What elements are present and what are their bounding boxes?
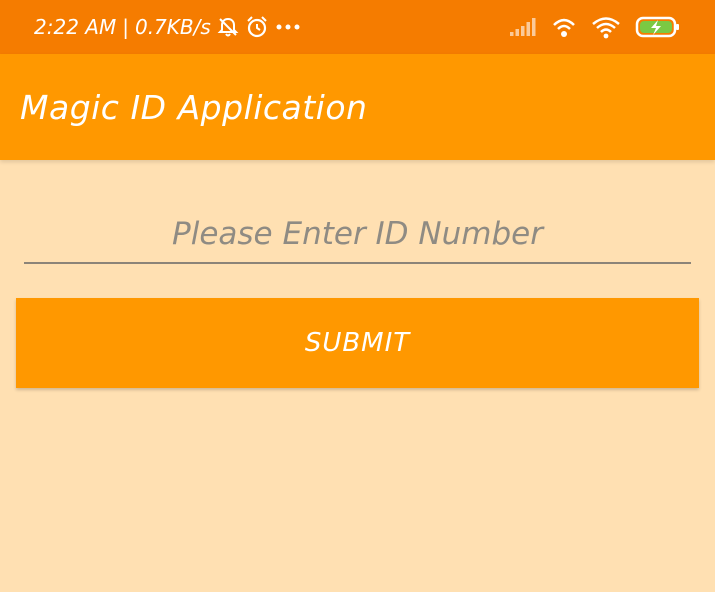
status-left: 2:22 AM | 0.7KB/s — [34, 15, 301, 39]
wifi-icon — [591, 15, 621, 39]
app-title: Magic ID Application — [20, 87, 368, 127]
submit-button[interactable]: SUBMIT — [16, 298, 699, 388]
id-number-input[interactable] — [24, 206, 691, 264]
battery-charging-icon — [635, 15, 681, 39]
muted-bell-icon — [217, 16, 239, 38]
hotspot-icon — [551, 15, 577, 39]
status-separator: | — [122, 15, 129, 39]
status-time: 2:22 AM — [34, 15, 117, 39]
alarm-clock-icon — [245, 15, 269, 39]
signal-icon — [509, 17, 537, 37]
status-bar: 2:22 AM | 0.7KB/s — [0, 0, 715, 54]
status-right — [509, 15, 681, 39]
status-net-speed: 0.7KB/s — [134, 15, 211, 39]
app-bar: Magic ID Application — [0, 54, 715, 160]
more-dots-icon — [275, 22, 301, 32]
